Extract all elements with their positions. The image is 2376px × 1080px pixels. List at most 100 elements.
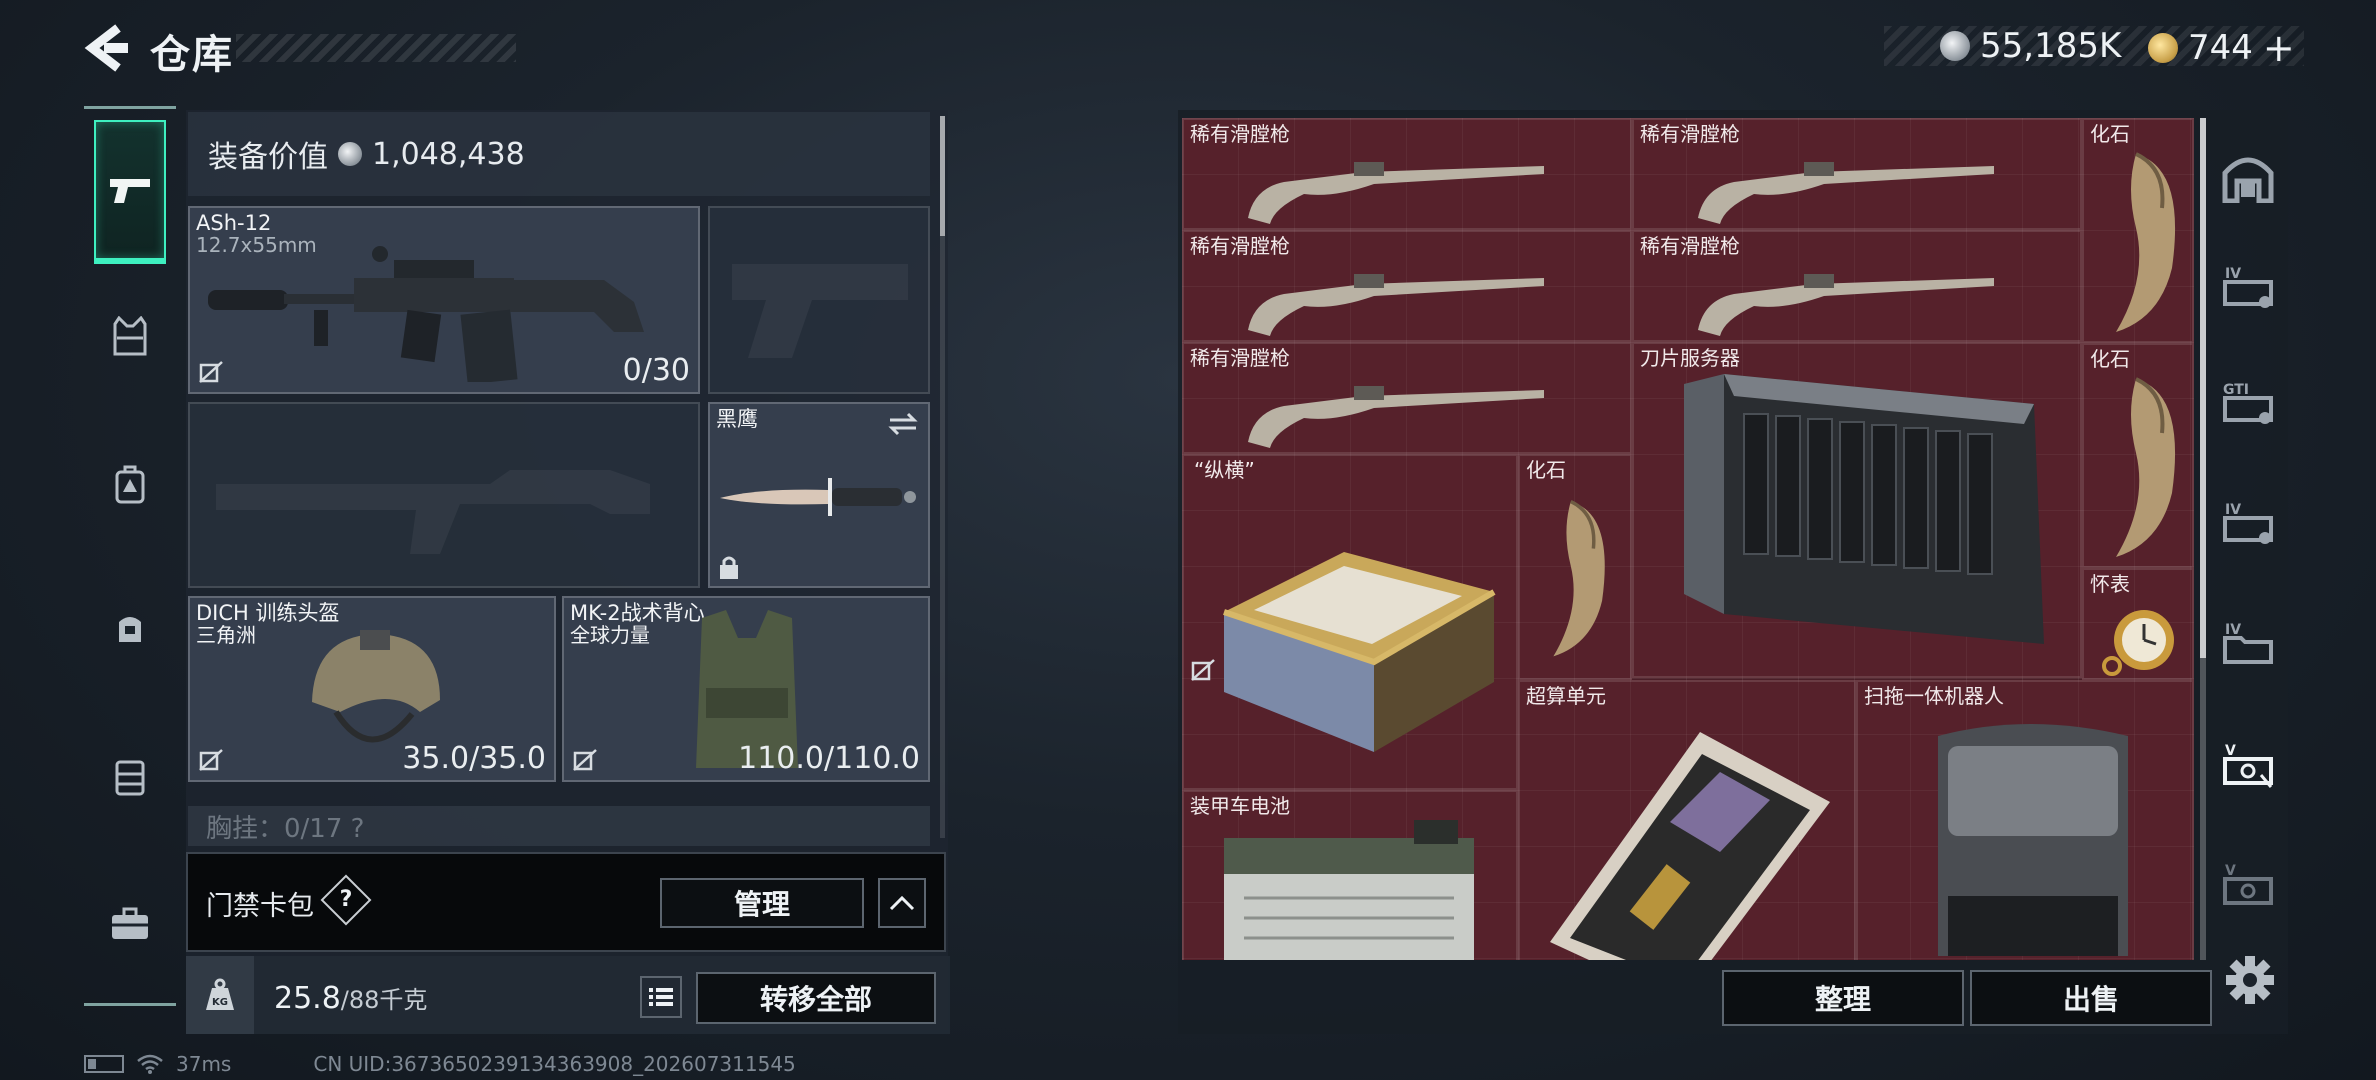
equipment-scrollbar-thumb[interactable] [940,116,945,236]
gold-currency: 744 + [2148,26,2295,70]
collapse-button[interactable] [878,878,926,928]
backpack-icon [115,465,145,504]
knife-icon [720,478,916,516]
weapon-ammo: 0/30 [622,353,690,388]
storage-item[interactable]: 稀有滑膛枪 [1632,118,2082,230]
helmet-slot[interactable]: DICH 训练头盔 三角洲 35.0/35.0 [188,596,556,782]
safe-v-icon: V [2223,863,2273,905]
case-icon [115,760,145,796]
storage-item[interactable]: “纵横” [1182,454,1518,790]
status-bar: 37ms CN UID:3673650239134363908_20260731… [84,1052,796,1076]
gear-icon [2226,956,2274,1004]
equipment-value: 1,048,438 [372,136,525,172]
tab-backpack[interactable] [94,448,166,520]
weight-max: /88千克 [340,986,428,1014]
vest-slot[interactable]: MK-2战术背心 全球力量 110.0/110.0 [562,596,930,782]
vest-durability: 110.0/110.0 [738,741,920,776]
transfer-all-button[interactable]: 转移全部 [696,972,936,1024]
tab-weapons[interactable] [94,120,166,264]
vest-icon [113,316,147,356]
gold-amount: 744 [2188,28,2253,68]
add-currency-button[interactable]: + [2263,26,2295,70]
sort-button[interactable]: 整理 [1722,970,1964,1026]
storage-item[interactable]: 扫拖一体机器人 [1856,680,2194,960]
pistol-slot-empty[interactable] [708,206,930,394]
storage-item[interactable]: 装甲车电池 [1182,790,1518,960]
container-gti-icon: GTI [2223,382,2273,424]
storage-item[interactable]: 稀有滑膛枪 [1632,230,2082,342]
storage-item[interactable]: 化石 [1518,454,1632,680]
storage-tab-5b[interactable]: V [2218,854,2278,914]
item-name: 化石 [2090,122,2130,146]
svg-text:IV: IV [2225,502,2241,518]
silver-amount: 55,185K [1980,26,2122,66]
musket-icon [1248,386,1544,448]
robot-vacuum-icon [1938,724,2128,956]
vest-name: MK-2战术背心 [570,601,705,625]
silver-currency: 55,185K [1940,26,2121,66]
gold-coin-icon [2148,33,2178,63]
list-view-button[interactable] [640,976,682,1018]
item-name: “纵横” [1194,458,1255,482]
blade-server-icon [1684,374,2044,644]
storage-scrollbar-thumb[interactable] [2200,118,2206,658]
storage-item[interactable]: 怀表 [2082,568,2194,680]
tab-bag[interactable] [94,592,166,664]
storage-tab-4c[interactable]: IV [2218,612,2278,672]
help-icon[interactable]: ? [328,882,364,918]
chest-rig-row[interactable]: 胸挂：0/17 ? [188,806,930,846]
storage-tab-5-active[interactable]: V [2218,734,2278,794]
pistol-icon [110,179,150,203]
storage-item[interactable]: 化石 [2082,118,2194,343]
storage-tab-gti[interactable]: GTI [2218,372,2278,432]
storage-tab-home[interactable] [2218,148,2278,208]
battery-pack-icon [1224,820,1474,960]
tab-armor[interactable] [94,300,166,372]
storage-tab-4b[interactable]: IV [2218,492,2278,552]
circuit-board-icon [1550,732,1830,960]
fossil-claw-icon [1553,500,1605,657]
storage-item[interactable]: 化石 [2082,343,2194,568]
storage-item[interactable]: 稀有滑膛枪 [1182,118,1632,230]
pouch-icon [119,617,141,642]
item-name: 怀表 [2090,572,2130,596]
weight-icon-box: KG [186,956,254,1034]
uid-text: CN UID:3673650239134363908_202607311545 [313,1052,796,1076]
helmet-durability: 35.0/35.0 [402,741,546,776]
rifle-icon [208,246,644,382]
weight-current: 25.8 [274,981,341,1016]
tab-container[interactable] [94,740,166,812]
storage-tab-4[interactable]: IV [2218,256,2278,316]
back-button[interactable] [82,22,130,74]
melee-slot[interactable]: 黑鹰 [708,402,930,588]
chess-set-icon [1223,552,1496,752]
pocket-watch-icon [2102,610,2174,676]
secondary-weapon-slot-empty[interactable] [188,402,700,588]
equipment-value-header: 装备价值 1,048,438 [188,112,930,196]
storage-item[interactable]: 稀有滑膛枪 [1182,230,1632,342]
item-name: 超算单元 [1526,684,1606,708]
swap-icon[interactable] [888,412,918,436]
sell-button[interactable]: 出售 [1970,970,2212,1026]
weight-kg-icon: KG [206,978,234,1010]
lock-icon [720,556,738,579]
manage-button[interactable]: 管理 [660,878,864,928]
tab-briefcase[interactable] [94,888,166,960]
primary-weapon-slot[interactable]: ASh-12 12.7x55mm 0/30 [188,206,700,394]
settings-button[interactable] [2222,952,2278,1008]
uninsured-icon [199,749,223,771]
wifi-icon [137,1054,163,1074]
storage-item[interactable]: 稀有滑膛枪 [1182,342,1632,454]
rail-divider-bottom [84,1003,176,1006]
storage-item[interactable]: 刀片服务器 [1632,342,2082,678]
vest-brand: 全球力量 [570,623,650,647]
item-name: 化石 [2090,347,2130,371]
item-name: 扫拖一体机器人 [1864,684,2004,708]
svg-text:V: V [2225,863,2236,879]
folder-iv-icon: IV [2223,622,2273,664]
title-decoration [236,34,516,62]
svg-text:IV: IV [2225,266,2241,282]
storage-item[interactable]: 超算单元 [1518,680,1856,960]
weapon-name: ASh-12 [196,211,272,235]
chevron-up-icon [889,895,915,911]
